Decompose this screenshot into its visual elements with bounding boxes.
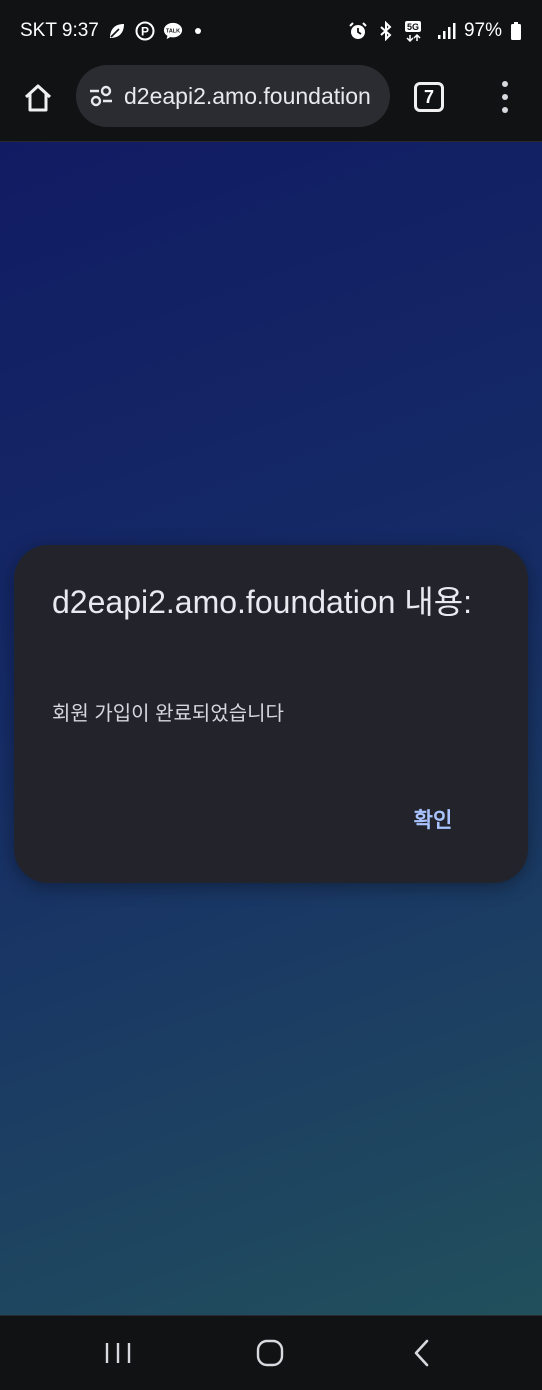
svg-text:P: P <box>141 25 149 39</box>
tab-count: 7 <box>423 86 434 107</box>
status-left: SKT 9:37 P TALK <box>20 20 201 42</box>
ok-button[interactable]: 확인 <box>400 799 466 839</box>
dialog-title: d2eapi2.amo.foundation 내용: <box>52 584 473 620</box>
p-badge-icon: P <box>135 21 155 41</box>
status-bar: SKT 9:37 P TALK 5G 97% <box>0 0 542 62</box>
menu-dot <box>502 81 508 87</box>
dialog-message: 회원 가입이 완료되었습니다 <box>52 703 284 725</box>
5g-icon: 5G <box>404 21 428 42</box>
tabs-button[interactable]: 7 <box>414 82 444 112</box>
dot-indicator <box>194 28 201 34</box>
alert-dialog: d2eapi2.amo.foundation 내용: 회원 가입이 완료되었습니… <box>14 545 528 883</box>
back-chevron-icon[interactable] <box>408 1338 436 1368</box>
browser-toolbar: d2eapi2.amo.foundation 7 <box>0 62 542 142</box>
talk-icon: TALK <box>163 21 183 41</box>
signal-icon <box>436 21 456 41</box>
more-vert-icon[interactable] <box>496 81 514 113</box>
leaf-icon <box>107 21 127 41</box>
site-settings-icon[interactable] <box>88 84 114 108</box>
home-button[interactable] <box>18 78 58 118</box>
phone-screen: SKT 9:37 P TALK 5G 97% d2eapi2.amo.found… <box>0 0 542 1390</box>
home-circle-icon[interactable] <box>254 1338 286 1368</box>
carrier-time: SKT 9:37 <box>20 20 99 41</box>
menu-dot <box>502 94 508 100</box>
svg-text:TALK: TALK <box>166 28 180 34</box>
network-badge-text: 5G <box>407 22 419 32</box>
battery-icon <box>510 21 522 41</box>
menu-dot <box>502 107 508 113</box>
recent-apps-icon[interactable] <box>102 1338 134 1368</box>
home-icon <box>24 84 52 112</box>
bluetooth-icon <box>376 21 396 41</box>
omnibox[interactable]: d2eapi2.amo.foundation <box>76 65 390 127</box>
system-nav-bar <box>0 1315 542 1390</box>
status-right: 5G 97% <box>348 20 522 42</box>
battery-percent: 97% <box>463 20 502 41</box>
url-text[interactable]: d2eapi2.amo.foundation <box>124 83 384 109</box>
alarm-icon <box>348 21 368 41</box>
